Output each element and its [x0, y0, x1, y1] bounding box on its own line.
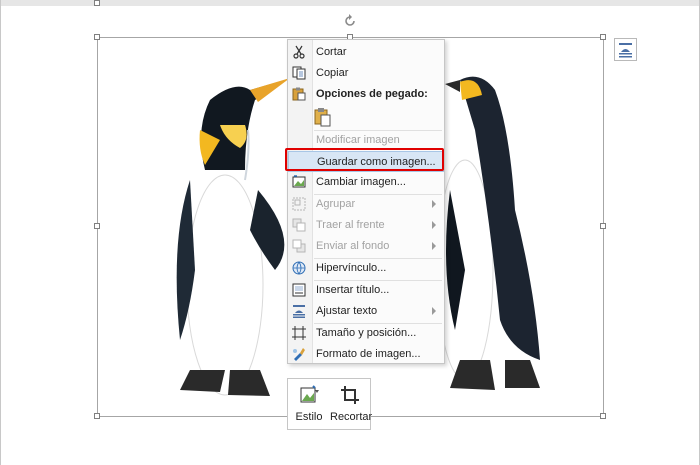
ruler-band [0, 0, 700, 6]
layout-options-button[interactable] [614, 38, 637, 61]
style-button[interactable]: Estilo [289, 381, 329, 427]
resize-handle-right[interactable] [600, 223, 606, 229]
caption-icon [292, 283, 306, 297]
hyperlink-icon [292, 261, 306, 275]
menu-item-label: Cambiar imagen... [316, 176, 406, 188]
send-back-icon [292, 239, 306, 253]
menu-item-label: Hipervínculo... [316, 262, 387, 274]
menu-item-cambiar-imagen[interactable]: Cambiar imagen... [288, 172, 444, 193]
menu-item-label: Cortar [316, 46, 347, 58]
menu-item-copiar[interactable]: Copiar [288, 63, 444, 84]
submenu-arrow-icon [432, 221, 436, 229]
paste-option-keep-formatting[interactable] [313, 106, 333, 128]
size-position-icon [292, 326, 306, 340]
resize-handle-bottom-right[interactable] [600, 413, 606, 419]
menu-item-label: Ajustar texto [316, 305, 378, 317]
mini-toolbar: Estilo Recortar [287, 378, 373, 430]
menu-item-ajustar-texto[interactable]: Ajustar texto [288, 301, 444, 322]
paste-keep-source-icon [314, 108, 331, 127]
menu-item-label: Insertar título... [316, 284, 390, 296]
menu-item-hipervinculo[interactable]: Hipervínculo... [288, 258, 444, 279]
page-marker [94, 0, 100, 6]
menu-item-label: Tamaño y posición... [316, 327, 417, 339]
menu-item-formato-de-imagen[interactable]: Formato de imagen... [288, 344, 444, 365]
resize-handle-top-right[interactable] [600, 34, 606, 40]
menu-item-cortar[interactable]: Cortar [288, 42, 444, 63]
submenu-arrow-icon [432, 307, 436, 315]
crop-icon [341, 386, 359, 404]
bring-front-icon [292, 218, 306, 232]
submenu-arrow-icon [432, 242, 436, 250]
resize-handle-left[interactable] [94, 223, 100, 229]
menu-item-traer-al-frente[interactable]: Traer al frente [288, 215, 444, 236]
menu-header-paste-options: Opciones de pegado: [288, 84, 444, 105]
change-picture-icon [292, 175, 306, 188]
wrap-text-icon [293, 305, 305, 318]
crop-button[interactable]: Recortar [330, 381, 373, 427]
context-menu: Cortar Copiar Opciones de pegado: Modifi… [287, 39, 445, 364]
scissors-icon [293, 45, 305, 59]
copy-icon [292, 66, 306, 80]
style-button-label: Estilo [295, 411, 323, 423]
format-picture-icon [293, 348, 305, 361]
menu-item-agrupar[interactable]: Agrupar [288, 194, 444, 215]
layout-options-icon [619, 43, 632, 58]
resize-handle-top-left[interactable] [94, 34, 100, 40]
menu-item-label: Opciones de pegado: [316, 88, 428, 100]
menu-item-tamano-y-posicion[interactable]: Tamaño y posición... [288, 323, 444, 344]
picture-style-icon [300, 385, 319, 403]
menu-item-label: Agrupar [316, 198, 356, 210]
submenu-arrow-icon [432, 200, 436, 208]
rotate-handle-icon[interactable] [343, 14, 357, 28]
menu-item-label: Traer al frente [316, 219, 385, 231]
menu-item-insertar-titulo[interactable]: Insertar título... [288, 280, 444, 301]
menu-item-label: Modificar imagen [316, 134, 400, 146]
resize-handle-bottom-left[interactable] [94, 413, 100, 419]
menu-item-label: Formato de imagen... [316, 348, 421, 360]
paste-icon [292, 87, 306, 101]
menu-item-label: Copiar [316, 67, 349, 79]
menu-item-enviar-al-fondo[interactable]: Enviar al fondo [288, 236, 444, 257]
menu-item-label: Enviar al fondo [316, 240, 390, 252]
highlight-annotation-box [285, 148, 444, 171]
page-edge [0, 0, 1, 465]
penguin-left-image [176, 78, 290, 396]
crop-button-label: Recortar [330, 411, 373, 423]
group-icon [292, 197, 306, 211]
